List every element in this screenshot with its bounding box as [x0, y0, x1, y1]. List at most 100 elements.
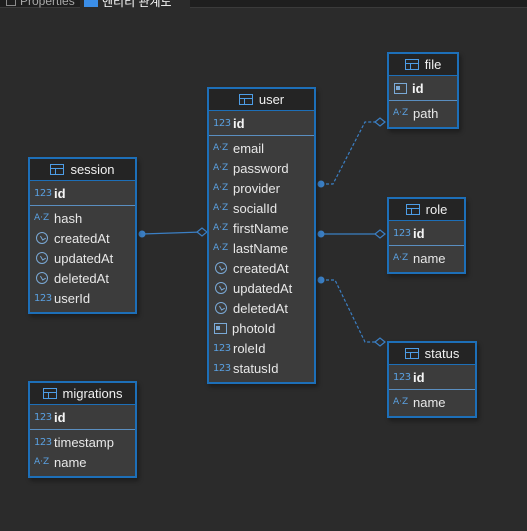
column-role-name[interactable]: A·Z name	[389, 248, 464, 268]
link-user-status-dot	[317, 276, 325, 284]
entity-title: role	[425, 202, 448, 217]
column-name: firstName	[233, 220, 289, 236]
column-name: id	[413, 225, 425, 241]
entity-session[interactable]: session 123 id A·Z hash createdAt updatedAt del…	[28, 157, 137, 314]
primary-key-section: 123 id	[30, 181, 135, 206]
column-user-firstName[interactable]: A·Z firstName	[209, 218, 314, 238]
entity-title: file	[424, 57, 442, 72]
string-type-icon: A·Z	[393, 108, 409, 118]
entity-title: session	[70, 162, 115, 177]
columns-section: A·Z path	[389, 101, 457, 127]
column-session-userId[interactable]: 123 userId	[30, 288, 135, 308]
column-user-email[interactable]: A·Z email	[209, 138, 314, 158]
string-type-icon: A·Z	[393, 253, 409, 263]
entity-header[interactable]: migrations	[30, 383, 135, 405]
properties-icon	[6, 0, 16, 6]
tab-er-diagram[interactable]: 엔티티 관계도	[80, 0, 190, 9]
tab-er-diagram-label: 엔티티 관계도	[102, 0, 172, 9]
link-user-role-diamond	[374, 229, 386, 239]
link-session-user-dot	[138, 230, 146, 238]
entity-status[interactable]: status 123 id A·Z name	[387, 341, 477, 418]
table-icon	[404, 59, 419, 70]
string-type-icon: A·Z	[34, 457, 50, 467]
id-card-type-icon	[394, 82, 407, 94]
column-status-id[interactable]: 123 id	[389, 367, 475, 387]
string-type-icon: A·Z	[213, 163, 229, 173]
entity-header[interactable]: user	[209, 89, 314, 111]
primary-key-section: id	[389, 76, 457, 101]
column-name: userId	[54, 290, 91, 306]
column-user-updatedAt[interactable]: updatedAt	[209, 278, 314, 298]
entity-header[interactable]: status	[389, 343, 475, 365]
column-user-roleId[interactable]: 123 roleId	[209, 338, 314, 358]
column-session-createdAt[interactable]: createdAt	[30, 228, 135, 248]
column-name: id	[413, 369, 425, 385]
primary-key-section: 123 id	[389, 221, 464, 246]
datetime-type-icon	[215, 262, 227, 274]
column-user-id[interactable]: 123 id	[209, 113, 314, 133]
column-name: updatedAt	[54, 250, 114, 266]
entity-role[interactable]: role 123 id A·Z name	[387, 197, 466, 274]
columns-section: A·Z name	[389, 390, 475, 416]
column-session-deletedAt[interactable]: deletedAt	[30, 268, 135, 288]
column-name: timestamp	[54, 434, 114, 450]
string-type-icon: A·Z	[34, 213, 50, 223]
number-type-icon: 123	[393, 371, 411, 383]
table-icon	[42, 388, 57, 399]
primary-key-section: 123 id	[209, 111, 314, 136]
columns-section: 123 timestamp A·Z name	[30, 430, 135, 476]
link-user-status-diamond	[374, 337, 386, 347]
string-type-icon: A·Z	[213, 183, 229, 193]
tab-properties[interactable]: Properties	[0, 0, 78, 8]
column-name: updatedAt	[233, 280, 293, 296]
entity-file[interactable]: file id A·Z path	[387, 52, 459, 129]
string-type-icon: A·Z	[213, 223, 229, 233]
entity-title: status	[424, 346, 460, 361]
entity-header[interactable]: role	[389, 199, 464, 221]
column-user-deletedAt[interactable]: deletedAt	[209, 298, 314, 318]
column-name: socialId	[233, 200, 278, 216]
column-user-provider[interactable]: A·Z provider	[209, 178, 314, 198]
column-name: id	[412, 80, 424, 96]
number-type-icon: 123	[34, 436, 52, 448]
column-name: statusId	[233, 360, 279, 376]
link-user-status	[321, 279, 382, 343]
column-status-name[interactable]: A·Z name	[389, 392, 475, 412]
column-user-createdAt[interactable]: createdAt	[209, 258, 314, 278]
number-type-icon: 123	[34, 187, 52, 199]
er-diagram-icon	[84, 0, 98, 7]
link-session-user-diamond	[196, 227, 208, 237]
string-type-icon: A·Z	[213, 243, 229, 253]
column-user-password[interactable]: A·Z password	[209, 158, 314, 178]
column-session-id[interactable]: 123 id	[30, 183, 135, 203]
entity-header[interactable]: file	[389, 54, 457, 76]
entity-migrations[interactable]: migrations 123 id 123 timestamp A·Z name	[28, 381, 137, 478]
column-name: createdAt	[233, 260, 289, 276]
entity-header[interactable]: session	[30, 159, 135, 181]
number-type-icon: 123	[213, 342, 231, 354]
entity-user[interactable]: user 123 id A·Z email A·Z password A·Z provider A…	[207, 87, 316, 384]
link-user-file-dot	[317, 180, 325, 188]
column-file-path[interactable]: A·Z path	[389, 103, 457, 123]
column-session-updatedAt[interactable]: updatedAt	[30, 248, 135, 268]
column-migrations-name[interactable]: A·Z name	[30, 452, 135, 472]
column-name: roleId	[233, 340, 266, 356]
column-file-id[interactable]: id	[389, 78, 457, 98]
column-role-id[interactable]: 123 id	[389, 223, 464, 243]
column-migrations-timestamp[interactable]: 123 timestamp	[30, 432, 135, 452]
column-migrations-id[interactable]: 123 id	[30, 407, 135, 427]
column-name: email	[233, 140, 265, 156]
column-user-lastName[interactable]: A·Z lastName	[209, 238, 314, 258]
column-user-photoId[interactable]: photoId	[209, 318, 314, 338]
table-icon	[404, 348, 419, 359]
column-user-socialId[interactable]: A·Z socialId	[209, 198, 314, 218]
column-user-statusId[interactable]: 123 statusId	[209, 358, 314, 378]
string-type-icon: A·Z	[213, 203, 229, 213]
link-user-file-diamond	[374, 117, 386, 127]
table-icon	[50, 164, 65, 175]
column-name: lastName	[233, 240, 288, 256]
column-session-hash[interactable]: A·Z hash	[30, 208, 135, 228]
link-user-role-dot	[317, 230, 325, 238]
tab-properties-label: Properties	[20, 0, 75, 8]
column-name: id	[233, 115, 245, 131]
